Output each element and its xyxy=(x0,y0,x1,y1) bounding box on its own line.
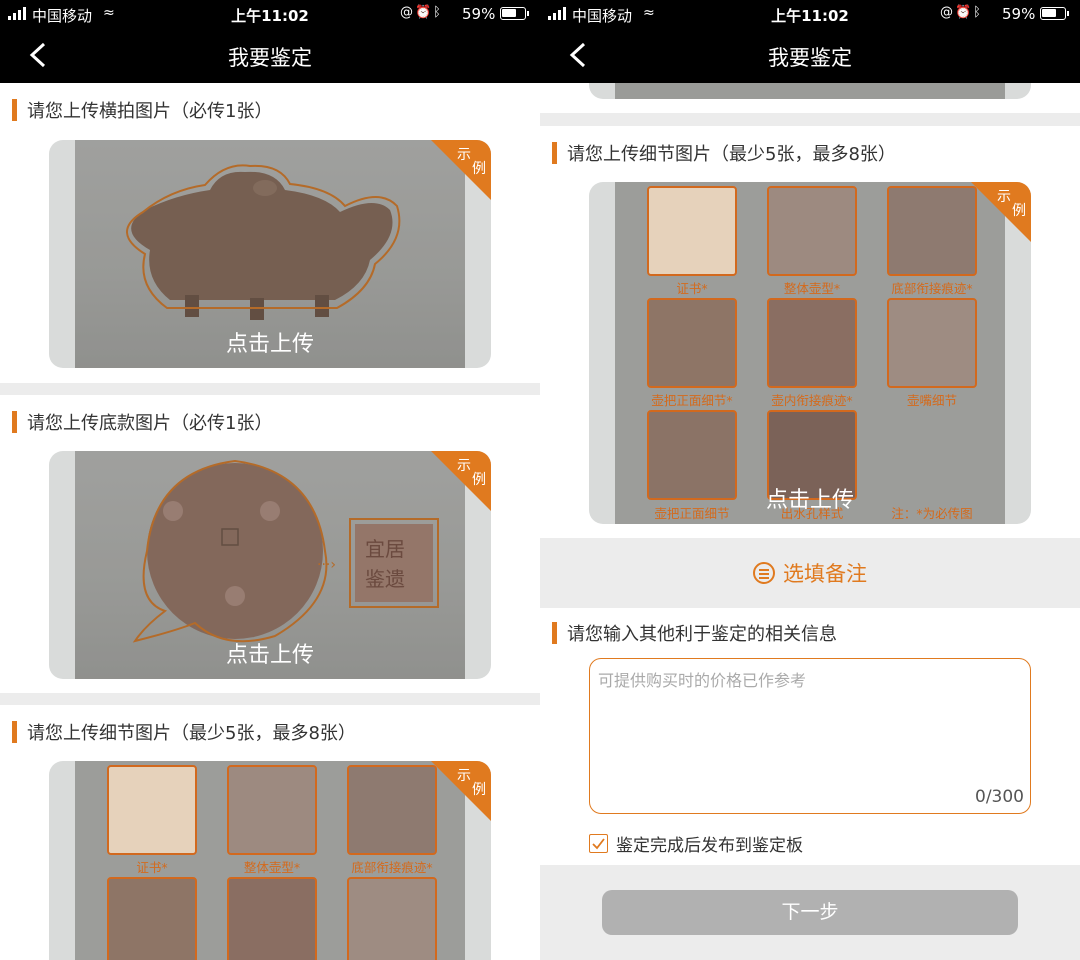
section-title: 请您上传底款图片（必传1张） xyxy=(27,413,273,434)
bottom-mark-section: 请您上传底款图片（必传1张） ···› 宜居 鉴遗 点击上传 示 例 xyxy=(0,395,540,693)
detail-thumb xyxy=(227,877,317,960)
detail-upload-card[interactable]: 证书* 整体壶型* 底部衔接痕迹* 壶把正面细节* 壶内衔接痕迹* 壶嘴细节 壶… xyxy=(589,182,1031,524)
info-section: 请您输入其他利于鉴定的相关信息 可提供购买时的价格已作参考 0/300 鉴定完成… xyxy=(540,608,1080,865)
detail-grid: 证书* 整体壶型* 底部衔接痕迹* xyxy=(75,761,465,960)
horizontal-upload-card[interactable]: 点击上传 示 例 xyxy=(49,140,491,368)
badge-line2: 例 xyxy=(472,472,486,488)
nav-bar: 我要鉴定 xyxy=(540,28,1080,83)
badge-line1: 示 xyxy=(457,147,471,163)
accent-bar xyxy=(552,622,557,644)
battery-percent: 59% xyxy=(1002,5,1036,23)
textarea-placeholder: 可提供购买时的价格已作参考 xyxy=(598,671,807,690)
detail-thumb xyxy=(767,298,857,388)
char-counter: 0/300 xyxy=(975,787,1024,807)
page-title: 我要鉴定 xyxy=(228,46,312,70)
checkbox-icon xyxy=(589,834,608,853)
accent-bar xyxy=(12,99,17,121)
battery-icon xyxy=(500,7,529,20)
detail-caption: 整体壶型* xyxy=(243,860,301,875)
info-textarea[interactable]: 可提供购买时的价格已作参考 0/300 xyxy=(589,658,1031,814)
status-icons: @⏰ᛒ xyxy=(940,5,983,20)
upload-label[interactable]: 点击上传 xyxy=(49,326,491,358)
badge-line1: 示 xyxy=(457,768,471,784)
example-badge: 示 例 xyxy=(971,182,1031,242)
bottom-upload-card[interactable]: ···› 宜居 鉴遗 点击上传 示 例 xyxy=(49,451,491,679)
example-badge: 示 例 xyxy=(431,761,491,821)
detail-thumb xyxy=(107,765,197,855)
status-bar: 中国移动 ≈ 上午11:02 @⏰ᛒ 59% xyxy=(0,0,540,28)
upload-label[interactable]: 点击上传 xyxy=(589,482,1031,514)
badge-line2: 例 xyxy=(472,782,486,798)
status-time: 上午11:02 xyxy=(771,7,849,25)
detail-caption: 整体壶型* xyxy=(783,281,841,296)
detail-upload-card[interactable]: 证书* 整体壶型* 底部衔接痕迹* 示 例 xyxy=(49,761,491,960)
detail-caption: 壶内衔接痕迹* xyxy=(771,393,853,408)
section-header: 请您上传细节图片（最少5张，最多8张） xyxy=(12,719,356,745)
badge-line2: 例 xyxy=(472,161,486,177)
divider xyxy=(0,383,540,395)
detail-photo-section: 请您上传细节图片（最少5张，最多8张） 证书* 整体壶型* 底部衔接痕迹* 壶把… xyxy=(540,126,1080,538)
detail-thumb xyxy=(107,877,197,960)
detail-thumb xyxy=(347,877,437,960)
next-step-button[interactable]: 下一步 xyxy=(602,890,1018,935)
detail-thumb xyxy=(647,298,737,388)
nav-bar: 我要鉴定 xyxy=(0,28,540,83)
badge-line1: 示 xyxy=(997,189,1011,205)
status-bar: 中国移动 ≈ 上午11:02 @⏰ᛒ 59% xyxy=(540,0,1080,28)
accent-bar xyxy=(552,142,557,164)
detail-thumb xyxy=(347,765,437,855)
left-screen: 中国移动 ≈ 上午11:02 @⏰ᛒ 59% 我要鉴定 请您上传横拍图片（必传1… xyxy=(0,0,540,960)
badge-line1: 示 xyxy=(457,458,471,474)
battery-icon xyxy=(1040,7,1069,20)
detail-thumb xyxy=(887,186,977,276)
detail-thumb xyxy=(647,186,737,276)
divider xyxy=(540,113,1080,126)
detail-grid: 证书* 整体壶型* 底部衔接痕迹* 壶把正面细节* 壶内衔接痕迹* 壶嘴细节 壶… xyxy=(615,182,1005,524)
detail-caption: 壶把正面细节* xyxy=(651,393,733,408)
detail-thumb xyxy=(887,298,977,388)
publish-label: 鉴定完成后发布到鉴定板 xyxy=(616,836,803,856)
page-title: 我要鉴定 xyxy=(768,46,852,70)
section-title: 请您上传细节图片（最少5张，最多8张） xyxy=(27,723,356,744)
section-title: 请您上传横拍图片（必传1张） xyxy=(27,101,273,122)
detail-caption: 底部衔接痕迹* xyxy=(351,860,433,875)
detail-thumb xyxy=(767,186,857,276)
section-header: 请您上传横拍图片（必传1张） xyxy=(12,97,272,123)
example-badge: 示 例 xyxy=(431,140,491,200)
section-header: 请您输入其他利于鉴定的相关信息 xyxy=(552,620,837,646)
previous-card-remnant xyxy=(540,63,1080,113)
section-title: 请您上传细节图片（最少5张，最多8张） xyxy=(567,144,896,165)
detail-caption: 壶嘴细节 xyxy=(906,393,957,408)
accent-bar xyxy=(12,721,17,743)
status-time: 上午11:02 xyxy=(231,7,309,25)
horizontal-photo-section: 请您上传横拍图片（必传1张） 点击上传 示 例 xyxy=(0,83,540,383)
badge-line2: 例 xyxy=(1012,203,1026,219)
publish-checkbox[interactable]: 鉴定完成后发布到鉴定板 xyxy=(589,831,803,856)
list-icon xyxy=(753,562,775,584)
detail-caption: 证书* xyxy=(136,860,168,875)
battery-percent: 59% xyxy=(462,5,496,23)
right-screen: 请您上传细节图片（最少5张，最多8张） 证书* 整体壶型* 底部衔接痕迹* 壶把… xyxy=(540,0,1080,960)
section-header: 请您上传底款图片（必传1张） xyxy=(12,409,272,435)
optional-remark-toggle[interactable]: 选填备注 xyxy=(540,538,1080,608)
divider xyxy=(0,693,540,705)
footer: 下一步 xyxy=(540,865,1080,960)
detail-thumb xyxy=(227,765,317,855)
upload-label[interactable]: 点击上传 xyxy=(49,637,491,669)
accent-bar xyxy=(12,411,17,433)
remark-label: 选填备注 xyxy=(783,562,867,586)
detail-caption: 证书* xyxy=(676,281,708,296)
example-badge: 示 例 xyxy=(431,451,491,511)
section-header: 请您上传细节图片（最少5张，最多8张） xyxy=(552,140,896,166)
status-icons: @⏰ᛒ xyxy=(400,5,443,20)
detail-caption: 底部衔接痕迹* xyxy=(891,281,973,296)
section-title: 请您输入其他利于鉴定的相关信息 xyxy=(567,624,837,645)
detail-photo-section: 请您上传细节图片（最少5张，最多8张） 证书* 整体壶型* 底部衔接痕迹* 示 xyxy=(0,705,540,960)
